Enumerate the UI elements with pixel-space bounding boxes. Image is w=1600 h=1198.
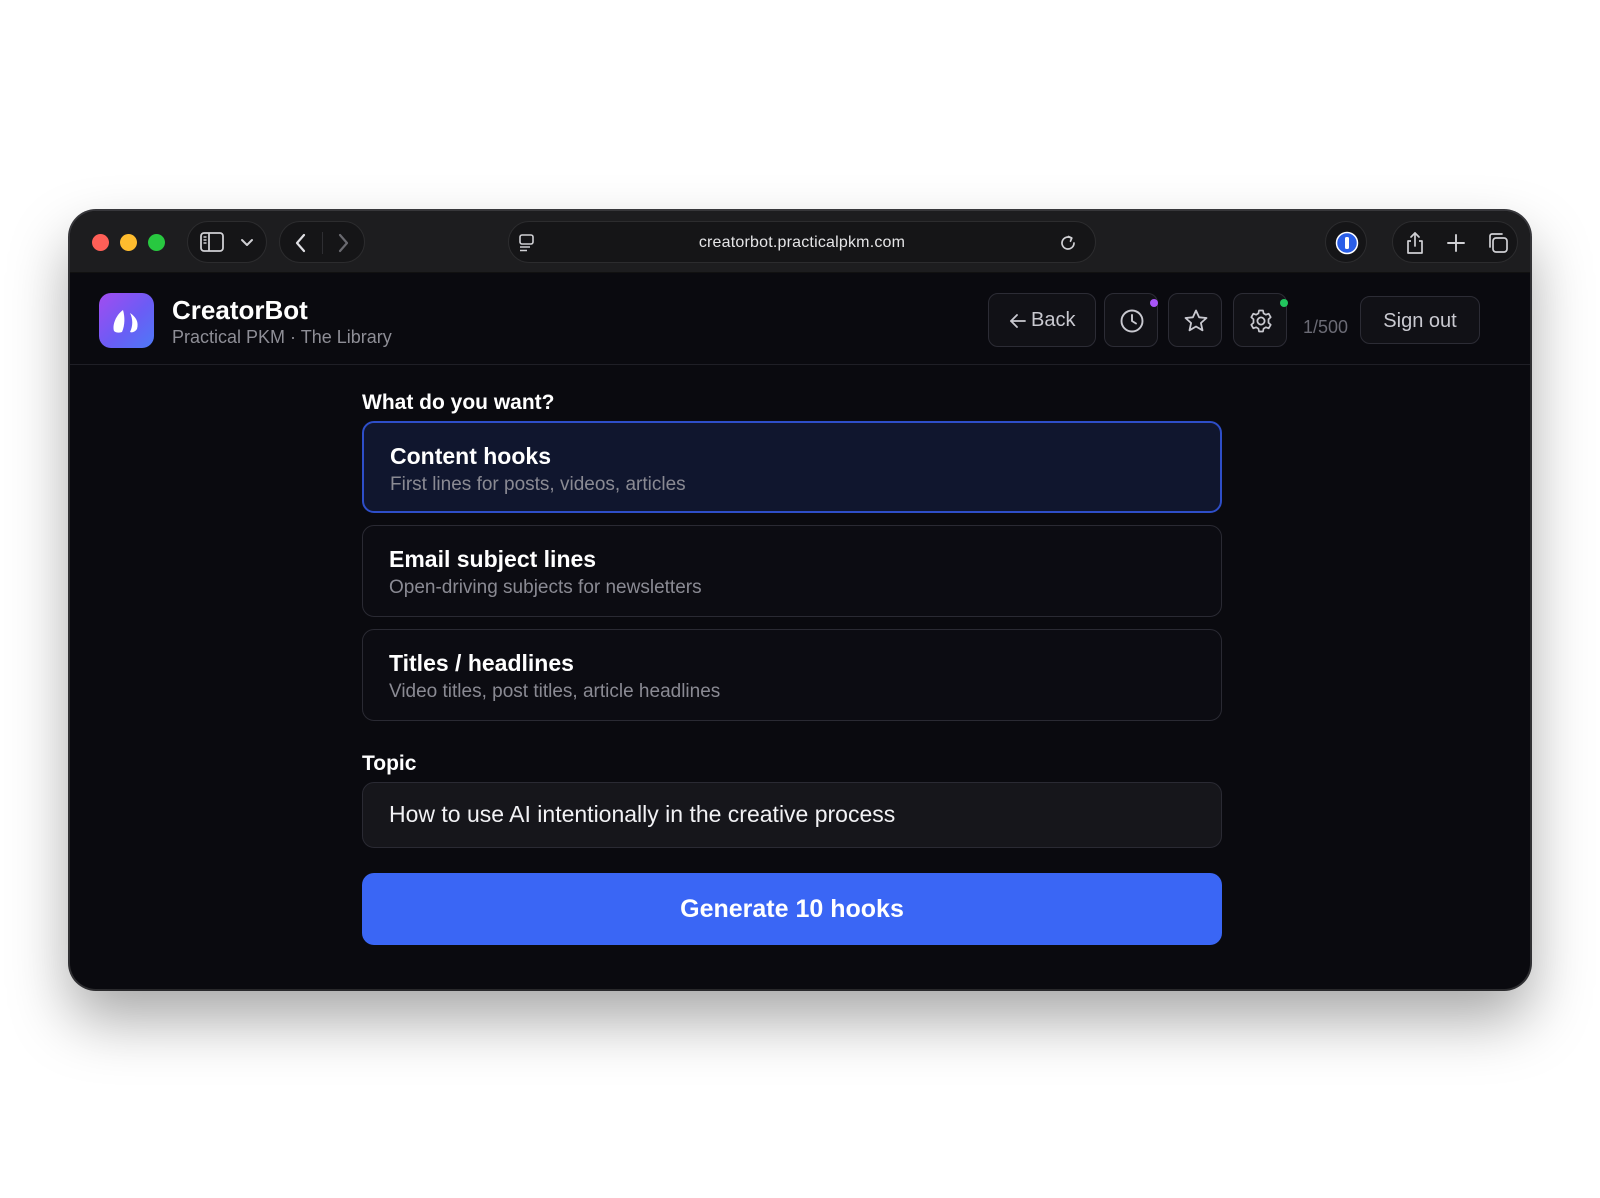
back-arrow-icon[interactable] [294,233,308,253]
option-title: Email subject lines [389,546,597,572]
password-manager-icon[interactable] [1335,231,1359,255]
gear-icon [1250,309,1272,333]
history-notification-dot [1150,299,1158,307]
address-bar[interactable]: creatorbot.practicalpkm.com [508,221,1096,263]
sign-out-button[interactable]: Sign out [1360,296,1480,344]
want-section-label: What do you want? [362,391,555,414]
close-window-button[interactable] [92,234,109,251]
reload-icon[interactable] [1059,234,1077,252]
generate-button[interactable]: Generate 10 hooks [362,873,1222,945]
back-button-label: Back [1031,309,1076,331]
zoom-window-button[interactable] [148,234,165,251]
settings-button[interactable] [1233,293,1287,347]
forward-arrow-icon[interactable] [336,233,350,253]
app-title: CreatorBot [172,295,308,325]
sign-out-label: Sign out [1383,310,1457,332]
sidebar-control [187,221,267,263]
arrow-left-icon [1010,314,1026,328]
app-subtitle: Practical PKM · The Library [172,327,392,347]
settings-status-dot [1280,299,1288,307]
option-description: Open-driving subjects for newsletters [389,577,702,598]
nav-divider [322,232,323,254]
favorites-button[interactable] [1168,293,1222,347]
new-tab-icon[interactable] [1446,233,1466,253]
navigation-controls [279,221,365,263]
share-icon[interactable] [1405,231,1425,255]
option-description: Video titles, post titles, article headl… [389,681,721,702]
option-email-subject-lines[interactable]: Email subject lines Open-driving subject… [362,525,1222,617]
usage-counter: 1/500 [1303,317,1349,337]
browser-toolbar: creatorbot.practicalpkm.com [70,211,1530,273]
option-titles-headlines[interactable]: Titles / headlines Video titles, post ti… [362,629,1222,721]
chevron-down-icon[interactable] [240,238,254,248]
star-icon [1184,309,1208,332]
sidebar-icon[interactable] [200,232,224,252]
app-header: CreatorBot Practical PKM · The Library B… [70,273,1530,365]
back-button[interactable]: Back [988,293,1096,347]
browser-actions [1392,221,1518,263]
app-logo [99,293,154,348]
topic-input[interactable]: How to use AI intentionally in the creat… [362,782,1222,848]
url-text: creatorbot.practicalpkm.com [698,234,906,251]
option-title: Content hooks [390,443,551,469]
logo-mark-icon [113,310,138,333]
browser-window: creatorbot.practicalpkm.com CreatorBot P… [70,211,1530,989]
option-content-hooks[interactable]: Content hooks First lines for posts, vid… [362,421,1222,513]
minimize-window-button[interactable] [120,234,137,251]
clock-icon [1120,309,1144,333]
password-extension[interactable] [1325,221,1367,263]
option-description: First lines for posts, videos, articles [390,474,686,495]
option-title: Titles / headlines [389,650,574,676]
tab-overview-icon[interactable] [1487,232,1509,254]
topic-label: Topic [362,752,417,775]
